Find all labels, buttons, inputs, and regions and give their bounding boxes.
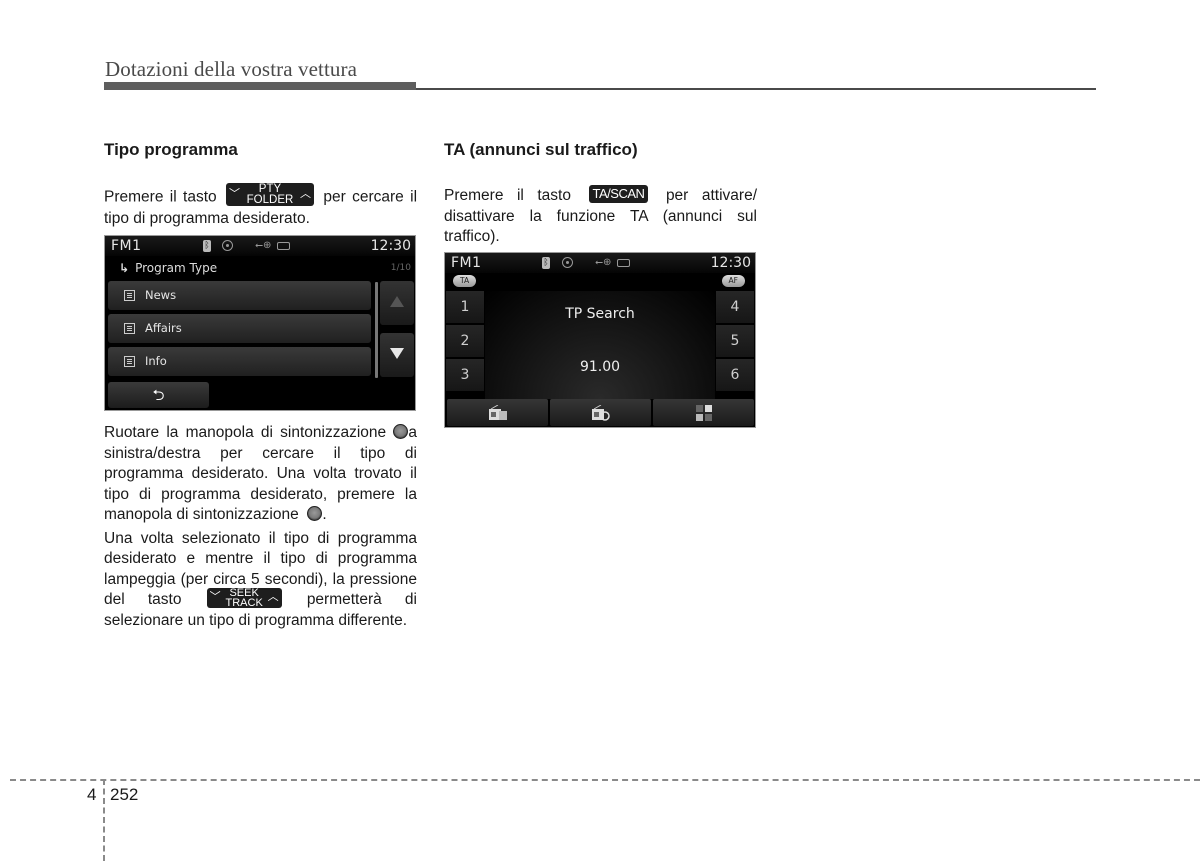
frequency-readout: 91.00 bbox=[579, 359, 621, 375]
bluetooth-icon: ᛒ bbox=[542, 257, 550, 269]
ta-instruction: Premere il tasto TA/SCAN per attivare/ d… bbox=[444, 184, 757, 248]
chapter-header-title: Dotazioni della vostra vettura bbox=[105, 57, 357, 81]
radio-scan-icon bbox=[592, 405, 610, 421]
text-fragment: Premere il tasto bbox=[444, 187, 571, 204]
band-label: FM1 bbox=[111, 238, 142, 254]
list-item-label: Info bbox=[145, 354, 167, 368]
list-item-label: Affairs bbox=[145, 321, 182, 335]
scroll-down-button[interactable] bbox=[380, 333, 414, 377]
page-count: 1/10 bbox=[390, 263, 411, 273]
menu-button[interactable] bbox=[653, 399, 754, 426]
status-bar: FM1 ᛒ ⭠⊕ 12:30 bbox=[445, 253, 755, 273]
disc-icon bbox=[562, 257, 573, 268]
footer-rule bbox=[10, 779, 1200, 781]
list-item-label: News bbox=[145, 288, 177, 302]
radio-scan-button[interactable] bbox=[550, 399, 651, 426]
tune-knob-icon bbox=[307, 506, 323, 521]
program-type-title: ↳ Program Type bbox=[119, 261, 217, 275]
program-type-screen: FM1 ᛒ ⭠⊕ 12:30 ↳ Program Type 1/10 News A… bbox=[104, 235, 416, 411]
seek-track-key: ﹀ SEEK TRACK ︿ bbox=[206, 588, 282, 609]
footer-vertical-rule bbox=[103, 779, 105, 861]
status-bar: FM1 ᛒ ⭠⊕ 12:30 bbox=[105, 236, 415, 256]
triangle-up-icon bbox=[390, 296, 404, 307]
preset-button-5[interactable]: 5 bbox=[716, 325, 754, 358]
key-label-bottom: FOLDER bbox=[246, 193, 294, 206]
chevron-up-icon: ︿ bbox=[299, 188, 311, 200]
left-column: Tipo programma Premere il tasto ﹀ PTY FOL… bbox=[104, 140, 417, 230]
back-button[interactable]: ⮌ bbox=[108, 382, 209, 408]
radio-save-button[interactable] bbox=[447, 399, 548, 426]
pty-instruction: Premere il tasto ﹀ PTY FOLDER ︿ per cerca… bbox=[104, 183, 417, 230]
radio-save-icon bbox=[489, 405, 507, 420]
list-item-news[interactable]: News bbox=[108, 281, 371, 310]
usb-icon: ⭠⊕ bbox=[255, 240, 272, 251]
list-item-affairs[interactable]: Affairs bbox=[108, 314, 371, 343]
header-rule-thin bbox=[416, 88, 1096, 90]
page-number: 252 bbox=[110, 785, 139, 804]
text-fragment: Ruotare la manopola di sintonizzazione bbox=[104, 424, 387, 441]
clock: 12:30 bbox=[710, 255, 751, 271]
knob-instruction: Ruotare la manopola di sintonizzazione a… bbox=[104, 423, 417, 526]
section-title-ta: TA (annunci sul traffico) bbox=[444, 140, 638, 159]
right-column: TA (annunci sul traffico) Premere il tas… bbox=[444, 140, 757, 248]
preset-button-2[interactable]: 2 bbox=[446, 325, 484, 358]
chevron-up-icon: ︿ bbox=[267, 591, 279, 603]
bluetooth-icon: ᛒ bbox=[203, 240, 211, 252]
battery-icon bbox=[277, 242, 290, 250]
menu-grid-icon bbox=[696, 405, 712, 421]
scroll-up-button[interactable] bbox=[380, 281, 414, 325]
tp-search-screen: FM1 ᛒ ⭠⊕ 12:30 TA AF 1 2 3 4 5 6 TP Sear… bbox=[444, 252, 756, 428]
back-arrow-icon: ⮌ bbox=[152, 386, 165, 404]
text-fragment: . bbox=[322, 506, 327, 523]
disc-icon bbox=[222, 240, 233, 251]
clock: 12:30 bbox=[370, 238, 411, 254]
usb-icon: ⭠⊕ bbox=[595, 257, 612, 268]
tune-knob-icon bbox=[393, 424, 409, 439]
triangle-down-icon bbox=[390, 348, 404, 359]
battery-icon bbox=[617, 259, 630, 267]
program-type-icon: ↳ bbox=[119, 261, 130, 275]
left-column-continued: Ruotare la manopola di sintonizzazione a… bbox=[104, 423, 417, 631]
list-icon bbox=[124, 290, 135, 301]
ta-indicator[interactable]: TA bbox=[453, 275, 477, 287]
text-fragment: Premere il tasto bbox=[104, 188, 217, 206]
seek-instruction: Una volta selezionato il tipo di program… bbox=[104, 529, 417, 632]
scrollbar[interactable] bbox=[375, 282, 378, 378]
band-label: FM1 bbox=[451, 255, 482, 271]
list-icon bbox=[124, 323, 135, 334]
program-type-label: Program Type bbox=[135, 261, 218, 275]
list-icon bbox=[124, 356, 135, 367]
tp-search-message: TP Search bbox=[565, 306, 635, 322]
list-item-info[interactable]: Info bbox=[108, 347, 371, 376]
af-indicator[interactable]: AF bbox=[721, 275, 745, 287]
key-label-bottom: TRACK bbox=[225, 597, 263, 609]
pty-folder-key: ﹀ PTY FOLDER ︿ bbox=[225, 183, 314, 206]
ta-scan-key: TA/SCAN bbox=[588, 184, 649, 203]
header-rule-thick bbox=[104, 82, 416, 90]
section-title-tipo-programma: Tipo programma bbox=[104, 140, 238, 159]
chapter-number: 4 bbox=[87, 785, 97, 804]
